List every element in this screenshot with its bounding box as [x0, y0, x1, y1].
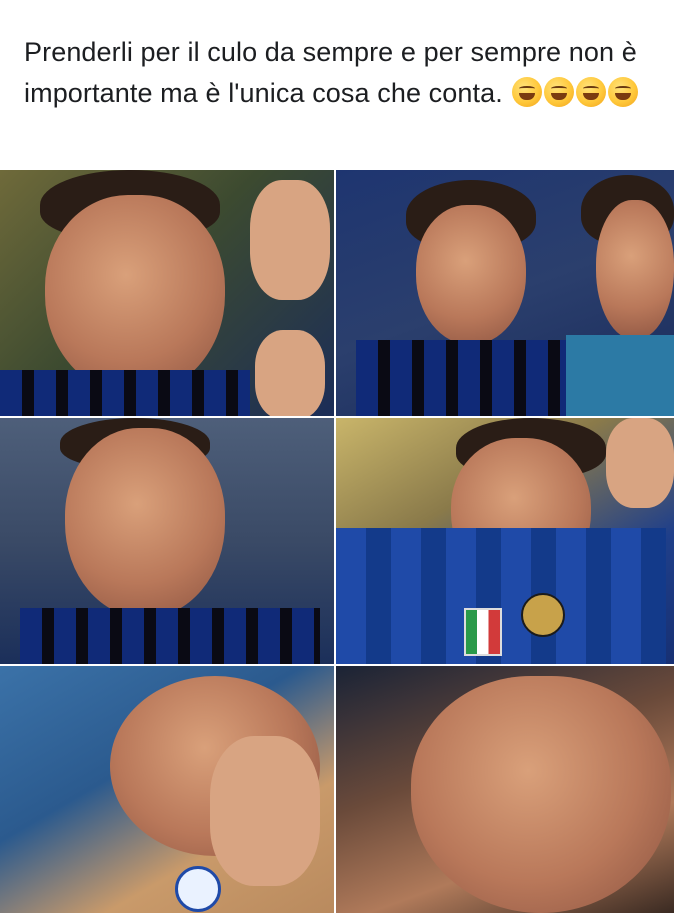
- photo-crying-player-2[interactable]: [336, 170, 674, 416]
- post-caption: Prenderli per il culo da sempre e per se…: [24, 32, 654, 114]
- grinning-squinting-face-icon: [608, 77, 639, 107]
- photo-collage[interactable]: [0, 170, 674, 913]
- photo-crying-player-5[interactable]: [0, 666, 334, 913]
- photo-crying-player-6[interactable]: [336, 666, 674, 913]
- photo-crying-player-4[interactable]: [336, 418, 674, 664]
- rolling-on-floor-laughing-icon: [576, 77, 607, 107]
- photo-crying-player-3[interactable]: [0, 418, 334, 664]
- grinning-squinting-face-icon: [544, 77, 575, 107]
- photo-crying-player-1[interactable]: [0, 170, 334, 416]
- rolling-on-floor-laughing-icon: [512, 77, 543, 107]
